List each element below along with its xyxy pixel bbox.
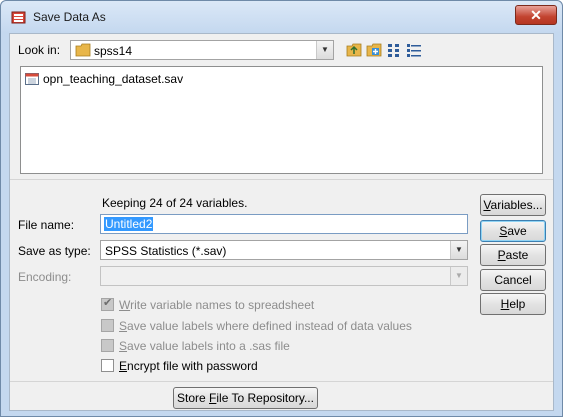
checkmark-icon: ✔ bbox=[103, 297, 113, 309]
encoding-combo: ▼ bbox=[100, 266, 468, 286]
file-name-input[interactable]: Untitled2 bbox=[100, 214, 468, 234]
look-in-label: Look in: bbox=[18, 43, 61, 57]
save-as-type-label: Save as type: bbox=[18, 244, 91, 258]
divider bbox=[10, 381, 553, 382]
divider bbox=[10, 179, 553, 180]
dialog-title: Save Data As bbox=[33, 10, 106, 24]
list-view-icon[interactable] bbox=[386, 42, 402, 58]
close-button[interactable]: ✕ bbox=[515, 5, 557, 25]
paste-button[interactable]: Paste bbox=[480, 244, 546, 266]
store-button-label: Store bbox=[177, 391, 210, 405]
paste-button-label: aste bbox=[505, 248, 529, 262]
up-folder-icon[interactable] bbox=[346, 42, 362, 58]
cancel-button-label: Cancel bbox=[494, 273, 532, 287]
spss-app-icon bbox=[11, 11, 26, 24]
dialog-body: Look in: spss14 ▼ opn_teaching_dataset.s… bbox=[9, 33, 554, 411]
file-name-value: Untitled2 bbox=[104, 217, 154, 231]
look-in-combo[interactable]: spss14 ▼ bbox=[70, 40, 334, 60]
variables-button-label: ariables... bbox=[490, 198, 543, 212]
cancel-button[interactable]: Cancel bbox=[480, 269, 546, 291]
save-as-type-value: SPSS Statistics (*.sav) bbox=[105, 244, 227, 258]
encrypt-label[interactable]: Encrypt file with password bbox=[119, 359, 258, 373]
save-data-as-dialog: Save Data As ✕ Look in: spss14 ▼ opn_tea… bbox=[0, 0, 563, 417]
help-button-label: elp bbox=[509, 297, 526, 311]
save-value-labels-label: Save value labels where defined instead … bbox=[119, 319, 412, 333]
folder-icon bbox=[75, 43, 91, 57]
chevron-down-icon: ▼ bbox=[450, 267, 467, 285]
encrypt-checkbox[interactable] bbox=[101, 359, 114, 372]
details-view-icon[interactable] bbox=[406, 42, 422, 58]
look-in-folder: spss14 bbox=[94, 44, 133, 58]
write-variable-names-label: Write variable names to spreadsheet bbox=[119, 298, 315, 312]
variables-button[interactable]: Variables... bbox=[480, 194, 546, 216]
save-as-type-combo[interactable]: SPSS Statistics (*.sav) ▼ bbox=[100, 240, 468, 260]
sav-file-icon bbox=[25, 73, 39, 85]
file-name-label: File name: bbox=[18, 218, 75, 232]
variables-count-text: Keeping 24 of 24 variables. bbox=[102, 196, 248, 210]
encoding-label: Encoding: bbox=[18, 270, 72, 284]
file-name-label: opn_teaching_dataset.sav bbox=[43, 72, 184, 86]
save-button[interactable]: Save bbox=[480, 220, 546, 242]
save-sas-labels-label: Save value labels into a .sas file bbox=[119, 339, 290, 353]
save-value-labels-checkbox bbox=[101, 319, 114, 332]
chevron-down-icon[interactable]: ▼ bbox=[450, 241, 467, 259]
new-folder-icon[interactable] bbox=[366, 42, 382, 58]
write-variable-names-checkbox: ✔ bbox=[101, 297, 114, 311]
close-icon: ✕ bbox=[530, 7, 542, 23]
file-list[interactable]: opn_teaching_dataset.sav bbox=[20, 66, 543, 174]
help-button[interactable]: Help bbox=[480, 293, 546, 315]
store-to-repository-button[interactable]: Store File To Repository... bbox=[173, 387, 318, 409]
save-button-label: ave bbox=[507, 224, 527, 238]
title-bar[interactable]: Save Data As ✕ bbox=[1, 1, 562, 33]
save-sas-labels-checkbox bbox=[101, 339, 114, 352]
chevron-down-icon[interactable]: ▼ bbox=[316, 41, 333, 59]
